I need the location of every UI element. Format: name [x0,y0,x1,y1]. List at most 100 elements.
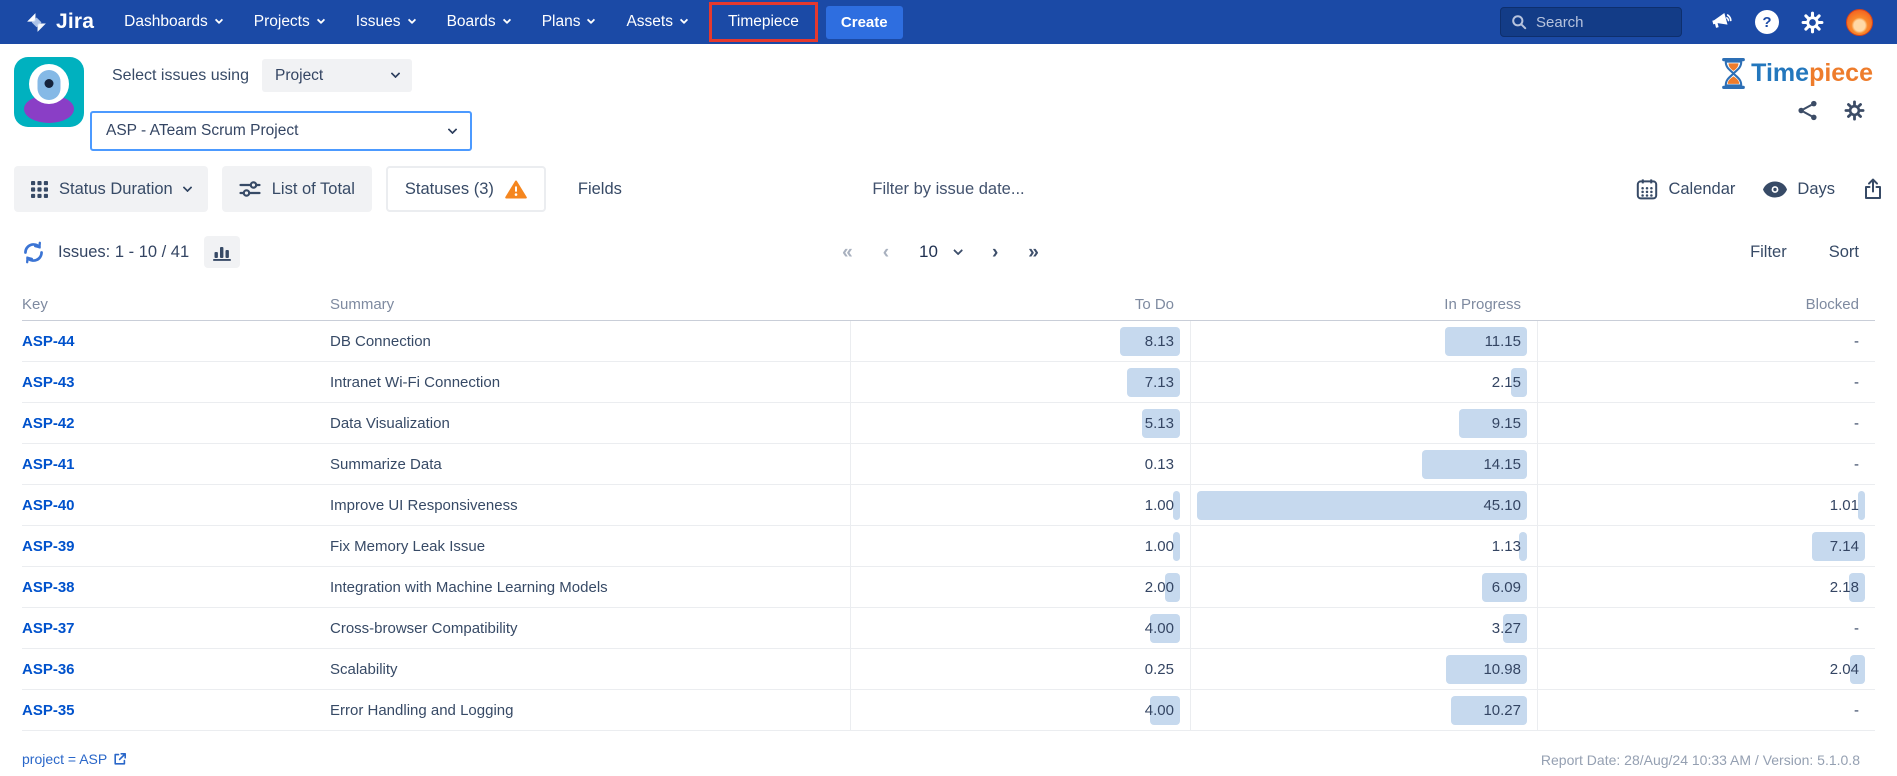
duration-cell-todo: 0.13 [850,444,1190,484]
megaphone-icon[interactable] [1710,12,1733,33]
jql-link-label: project = ASP [22,751,107,767]
duration-value: - [1854,415,1859,432]
chevron-down-icon [317,16,325,24]
issue-key-link[interactable]: ASP-41 [22,456,75,473]
table-row: ASP-41Summarize Data0.1314.15- [22,444,1875,485]
days-toggle[interactable]: Days [1763,180,1835,199]
date-filter-input[interactable]: Filter by issue date... [872,180,1024,199]
filter-button[interactable]: Filter [1750,243,1787,262]
issue-key-link[interactable]: ASP-43 [22,374,75,391]
duration-cell-inprogress: 9.15 [1190,403,1537,443]
search-input[interactable] [1536,14,1656,31]
table-row: ASP-35Error Handling and Logging4.0010.2… [22,690,1875,731]
duration-cell-todo: 5.13 [850,403,1190,443]
issue-key-link[interactable]: ASP-40 [22,497,75,514]
table-row: ASP-38 Integration with Machine Learning … [22,567,1875,608]
duration-value: 2.15 [1492,374,1521,391]
nav-item-timepiece[interactable]: Timepiece [713,3,814,41]
duration-cell-blocked: 7.14 [1537,526,1875,566]
user-avatar[interactable] [1846,9,1873,36]
settings-gear-icon[interactable] [1844,100,1865,121]
jql-link[interactable]: project = ASP [22,751,127,767]
nav-item-label: Assets [626,13,673,31]
duration-value: 1.01 [1830,497,1859,514]
issue-summary: Summarize Data [330,444,850,484]
duration-value: - [1854,702,1859,719]
project-select[interactable]: ASP - ATeam Scrum Project [90,111,472,151]
nav-item-label: Projects [254,13,310,31]
gear-icon[interactable] [1801,11,1824,34]
chart-view-button[interactable] [204,236,240,268]
issue-summary: Integration with Machine Learning Models [330,567,850,607]
last-page-button[interactable]: » [1028,243,1039,262]
issue-source-select[interactable]: Project [262,59,412,92]
chevron-down-icon [954,245,964,255]
list-mode-button[interactable]: List of Total [222,166,372,212]
nav-menu: Dashboards Projects Issues Boards Plans Asset… [124,13,687,31]
sort-button[interactable]: Sort [1829,243,1859,262]
nav-item-dashboards[interactable]: Dashboards [124,13,222,31]
calendar-toggle[interactable]: Calendar [1636,178,1735,200]
share-icon[interactable] [1797,100,1818,121]
issue-key-link[interactable]: ASP-37 [22,620,75,637]
nav-item-issues[interactable]: Issues [356,13,415,31]
duration-cell-todo: 4.00 [850,690,1190,730]
refresh-icon[interactable] [22,241,45,264]
key-cell: ASP-37 [22,608,330,648]
external-link-icon [113,752,127,766]
timepiece-logo: Timepiece [1720,58,1873,89]
issue-key-link[interactable]: ASP-42 [22,415,75,432]
list-mode-label: List of Total [272,180,355,199]
duration-value: 10.98 [1483,661,1521,678]
issue-summary: Improve UI Responsiveness [330,485,850,525]
statuses-button[interactable]: Statuses (3) [386,166,546,212]
report-actions [1797,100,1865,121]
export-icon[interactable] [1863,178,1883,200]
duration-cell-blocked: 2.18 [1537,567,1875,607]
issue-key-link[interactable]: ASP-39 [22,538,75,555]
prev-page-button[interactable]: ‹ [883,243,889,262]
key-cell: ASP-41 [22,444,330,484]
jira-brand[interactable]: Jira [24,10,94,35]
issue-key-link[interactable]: ASP-38 [22,579,75,596]
next-page-button[interactable]: › [992,243,998,262]
key-cell: ASP-43 [22,362,330,402]
issue-key-link[interactable]: ASP-44 [22,333,75,350]
duration-cell-inprogress: 14.15 [1190,444,1537,484]
duration-cell-todo: 4.00 [850,608,1190,648]
duration-cell-todo: 2.00 [850,567,1190,607]
duration-cell-inprogress: 6.09 [1190,567,1537,607]
select-issues-label: Select issues using [112,67,249,85]
hourglass-icon [1720,58,1747,89]
nav-item-boards[interactable]: Boards [447,13,510,31]
search-box[interactable] [1500,7,1682,37]
issue-summary: Data Visualization [330,403,850,443]
key-cell: ASP-36 [22,649,330,689]
issue-summary: Intranet Wi-Fi Connection [330,362,850,402]
issue-source-value: Project [275,67,323,85]
duration-cell-blocked: 1.01 [1537,485,1875,525]
nav-item-plans[interactable]: Plans [542,13,595,31]
nav-item-label: Timepiece [728,13,799,30]
report-type-button[interactable]: Status Duration [14,166,208,212]
issue-key-link[interactable]: ASP-36 [22,661,75,678]
results-bar: Issues: 1 - 10 / 41 « ‹ 10 › » Filter So… [22,232,1859,272]
sliders-icon [239,180,261,198]
create-button[interactable]: Create [826,6,903,39]
duration-value: - [1854,374,1859,391]
first-page-button[interactable]: « [842,243,853,262]
monster-pupil [45,79,54,88]
issue-key-link[interactable]: ASP-35 [22,702,75,719]
nav-item-label: Plans [542,13,581,31]
eye-icon [1763,181,1787,198]
duration-cell-inprogress: 45.10 [1190,485,1537,525]
nav-item-assets[interactable]: Assets [626,13,687,31]
duration-cell-inprogress: 3.27 [1190,608,1537,648]
chevron-down-icon [502,16,510,24]
help-icon[interactable]: ? [1755,10,1779,34]
top-nav: Jira Dashboards Projects Issues Boards Plans… [0,0,1897,44]
fields-button[interactable]: Fields [560,180,640,199]
duration-value: 2.04 [1830,661,1859,678]
nav-item-projects[interactable]: Projects [254,13,324,31]
page-size-select[interactable]: 10 [919,242,962,262]
